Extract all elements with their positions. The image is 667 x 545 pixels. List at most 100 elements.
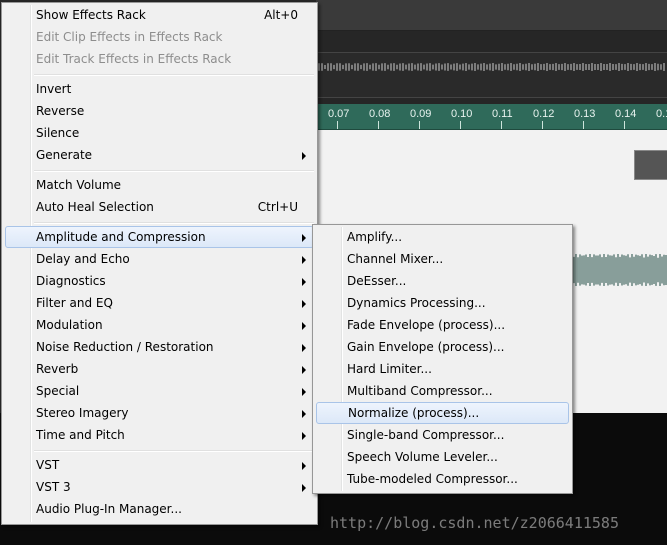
menu-item-label: Invert xyxy=(36,82,72,96)
submenu-arrow-icon xyxy=(302,234,306,242)
menu-item-shortcut: Alt+0 xyxy=(264,8,298,22)
menu-item-delay-and-echo[interactable]: Delay and Echo xyxy=(5,248,314,270)
menu-item-time-and-pitch[interactable]: Time and Pitch xyxy=(5,424,314,446)
level-meter-icon[interactable] xyxy=(634,150,667,180)
menu-item-label: VST 3 xyxy=(36,480,71,494)
menu-item-generate[interactable]: Generate xyxy=(5,144,314,166)
menu-item-auto-heal-selection[interactable]: Auto Heal Selection Ctrl+U xyxy=(5,196,314,218)
menu-separator xyxy=(34,222,314,224)
ruler-tick xyxy=(624,121,625,129)
menu-item-label: Reverse xyxy=(36,104,85,118)
menu-item-noise-reduction[interactable]: Noise Reduction / Restoration xyxy=(5,336,314,358)
menu-separator xyxy=(34,450,314,452)
ruler-tick-label: 0.14 xyxy=(615,108,637,120)
menu-item-reverse[interactable]: Reverse xyxy=(5,100,314,122)
menu-item-label: DeEsser... xyxy=(347,274,407,288)
menu-item-shortcut: Ctrl+U xyxy=(257,200,298,214)
effects-menu: Show Effects Rack Alt+0 Edit Clip Effect… xyxy=(1,2,318,525)
submenu-item-speech-volume-leveler[interactable]: Speech Volume Leveler... xyxy=(316,446,569,468)
menu-item-vst[interactable]: VST xyxy=(5,454,314,476)
submenu-item-hard-limiter[interactable]: Hard Limiter... xyxy=(316,358,569,380)
submenu-item-tube-modeled-compressor[interactable]: Tube-modeled Compressor... xyxy=(316,468,569,490)
submenu-arrow-icon xyxy=(302,432,306,440)
menu-item-show-effects-rack[interactable]: Show Effects Rack Alt+0 xyxy=(5,4,314,26)
ruler-tick xyxy=(460,121,461,129)
menu-item-special[interactable]: Special xyxy=(5,380,314,402)
menu-item-invert[interactable]: Invert xyxy=(5,78,314,100)
menu-item-reverb[interactable]: Reverb xyxy=(5,358,314,380)
menu-item-label: Match Volume xyxy=(36,178,122,192)
menu-item-label: VST xyxy=(36,458,60,472)
overview-waveform[interactable] xyxy=(316,60,667,74)
submenu-item-multiband-compressor[interactable]: Multiband Compressor... xyxy=(316,380,569,402)
menu-item-label: Show Effects Rack xyxy=(36,8,146,22)
menu-separator xyxy=(34,170,314,172)
menu-item-modulation[interactable]: Modulation xyxy=(5,314,314,336)
menu-item-label: Amplify... xyxy=(347,230,403,244)
ruler-tick xyxy=(419,121,420,129)
menu-item-label: Speech Volume Leveler... xyxy=(347,450,498,464)
menu-item-stereo-imagery[interactable]: Stereo Imagery xyxy=(5,402,314,424)
menu-item-edit-clip-effects: Edit Clip Effects in Effects Rack xyxy=(5,26,314,48)
ruler-tick-label: 0.1 xyxy=(656,108,667,120)
menu-item-label: Generate xyxy=(36,148,93,162)
submenu-item-single-band-compressor[interactable]: Single-band Compressor... xyxy=(316,424,569,446)
menu-item-label: Normalize (process)... xyxy=(348,406,480,420)
menu-item-diagnostics[interactable]: Diagnostics xyxy=(5,270,314,292)
menu-item-amplitude-and-compression[interactable]: Amplitude and Compression xyxy=(5,226,314,248)
submenu-arrow-icon xyxy=(302,278,306,286)
ruler-tick-label: 0.13 xyxy=(574,108,596,120)
submenu-item-gain-envelope[interactable]: Gain Envelope (process)... xyxy=(316,336,569,358)
submenu-arrow-icon xyxy=(302,300,306,308)
submenu-item-deesser[interactable]: DeEsser... xyxy=(316,270,569,292)
submenu-arrow-icon xyxy=(302,388,306,396)
menu-item-match-volume[interactable]: Match Volume xyxy=(5,174,314,196)
menu-item-silence[interactable]: Silence xyxy=(5,122,314,144)
menu-item-label: Auto Heal Selection xyxy=(36,200,154,214)
menu-item-label: Tube-modeled Compressor... xyxy=(347,472,518,486)
menu-item-label: Hard Limiter... xyxy=(347,362,432,376)
submenu-arrow-icon xyxy=(302,410,306,418)
submenu-item-channel-mixer[interactable]: Channel Mixer... xyxy=(316,248,569,270)
ruler-tick-label: 0.09 xyxy=(410,108,432,120)
menu-item-label: Time and Pitch xyxy=(36,428,125,442)
overview-panel[interactable] xyxy=(316,52,667,98)
menu-item-vst3[interactable]: VST 3 xyxy=(5,476,314,498)
submenu-item-normalize[interactable]: Normalize (process)... xyxy=(316,402,569,424)
submenu-arrow-icon xyxy=(302,462,306,470)
ruler-tick-label: 0.07 xyxy=(328,108,350,120)
menu-item-label: Reverb xyxy=(36,362,79,376)
menu-item-edit-track-effects: Edit Track Effects in Effects Rack xyxy=(5,48,314,70)
menu-item-label: Audio Plug-In Manager... xyxy=(36,502,182,516)
menu-item-filter-and-eq[interactable]: Filter and EQ xyxy=(5,292,314,314)
submenu-arrow-icon xyxy=(302,484,306,492)
menu-item-label: Amplitude and Compression xyxy=(36,230,206,244)
menu-item-audio-plugin-manager[interactable]: Audio Plug-In Manager... xyxy=(5,498,314,520)
submenu-arrow-icon xyxy=(302,366,306,374)
editor-toolbar xyxy=(316,0,667,31)
ruler-tick xyxy=(542,121,543,129)
menu-item-label: Noise Reduction / Restoration xyxy=(36,340,214,354)
ruler-tick-label: 0.12 xyxy=(533,108,555,120)
ruler-tick-label: 0.11 xyxy=(492,108,513,120)
menu-item-label: Modulation xyxy=(36,318,103,332)
menu-item-label: Stereo Imagery xyxy=(36,406,129,420)
menu-item-label: Filter and EQ xyxy=(36,296,113,310)
submenu-item-amplify[interactable]: Amplify... xyxy=(316,226,569,248)
menu-item-label: Gain Envelope (process)... xyxy=(347,340,505,354)
submenu-arrow-icon xyxy=(302,344,306,352)
submenu-item-fade-envelope[interactable]: Fade Envelope (process)... xyxy=(316,314,569,336)
menu-item-label: Edit Clip Effects in Effects Rack xyxy=(36,30,223,44)
menu-item-label: Channel Mixer... xyxy=(347,252,444,266)
menu-item-label: Fade Envelope (process)... xyxy=(347,318,506,332)
submenu-item-dynamics-processing[interactable]: Dynamics Processing... xyxy=(316,292,569,314)
ruler-tick xyxy=(378,121,379,129)
menu-item-label: Special xyxy=(36,384,80,398)
ruler-tick xyxy=(501,121,502,129)
timeline-ruler[interactable]: 0.07 0.08 0.09 0.10 0.11 0.12 0.13 0.14 … xyxy=(316,104,667,130)
submenu-arrow-icon xyxy=(302,256,306,264)
menu-item-label: Dynamics Processing... xyxy=(347,296,486,310)
menu-item-label: Silence xyxy=(36,126,80,140)
menu-item-label: Multiband Compressor... xyxy=(347,384,493,398)
menu-item-label: Diagnostics xyxy=(36,274,106,288)
